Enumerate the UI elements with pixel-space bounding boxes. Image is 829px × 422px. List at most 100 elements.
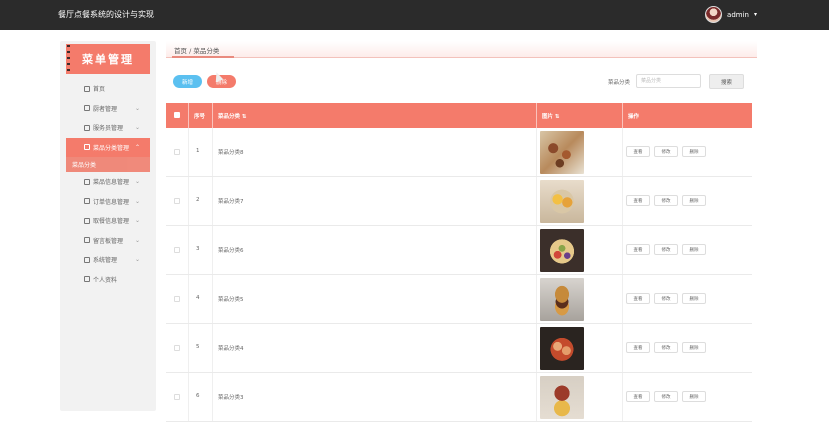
row-index: 1 bbox=[196, 148, 200, 154]
edit-button[interactable]: 修改 bbox=[654, 293, 678, 304]
search-label: 菜品分类 bbox=[608, 80, 631, 86]
table-row: 6 菜品分类3 查看 修改 删除 bbox=[166, 373, 752, 422]
delete-row-button[interactable]: 删除 bbox=[682, 342, 706, 353]
row-actions: 查看 修改 删除 bbox=[626, 391, 706, 402]
sidebar-logo-text: 菜单管理 bbox=[82, 53, 134, 66]
column-divider bbox=[212, 373, 213, 421]
chevron-down-icon: ⌄ bbox=[134, 197, 140, 205]
view-button[interactable]: 查看 bbox=[626, 195, 650, 206]
header-image[interactable]: 图片 ⇅ bbox=[542, 112, 560, 120]
sidebar-item-message-board[interactable]: 留言板管理 ⌄ bbox=[66, 231, 150, 251]
column-divider bbox=[212, 275, 213, 323]
grid-icon bbox=[84, 105, 90, 112]
grid-icon bbox=[84, 144, 90, 151]
view-button[interactable]: 查看 bbox=[626, 244, 650, 255]
chevron-down-icon: ⌄ bbox=[134, 256, 140, 263]
column-divider bbox=[188, 275, 189, 323]
column-divider bbox=[622, 373, 623, 421]
delete-row-button[interactable]: 删除 bbox=[682, 195, 706, 206]
view-button[interactable]: 查看 bbox=[626, 391, 650, 402]
row-actions: 查看 修改 删除 bbox=[626, 244, 706, 255]
sidebar-item-dish-info[interactable]: 菜品信息管理 ⌄ bbox=[66, 172, 150, 192]
sidebar-item-label: 留言板管理 bbox=[93, 237, 124, 245]
column-divider bbox=[188, 226, 189, 274]
avatar[interactable] bbox=[705, 6, 723, 23]
column-divider bbox=[536, 226, 537, 274]
sidebar-item-pickup-info[interactable]: 取餐信息管理 ⌄ bbox=[66, 211, 150, 231]
category-table: 序号 菜品分类 ⇅ 图片 ⇅ 操作 1 菜品分类8 查看 修改 删除 2 菜品分… bbox=[166, 103, 752, 422]
header-actions: 操作 bbox=[628, 114, 640, 120]
search-button[interactable]: 搜索 bbox=[709, 74, 744, 89]
food-image bbox=[540, 180, 584, 223]
username[interactable]: admin bbox=[727, 11, 749, 19]
edit-button[interactable]: 修改 bbox=[654, 391, 678, 402]
row-index: 6 bbox=[196, 393, 200, 399]
sidebar-menu: 首页 厨者管理 ⌄ 服务员管理 ⌄ 菜品分类管理 ⌃ 菜品分类 菜品信息管理 ⌄ 订单信… bbox=[66, 79, 150, 289]
select-all-checkbox[interactable] bbox=[174, 112, 180, 118]
home-icon bbox=[84, 85, 90, 92]
sidebar-item-home[interactable]: 首页 bbox=[66, 79, 150, 99]
delete-row-button[interactable]: 删除 bbox=[682, 146, 706, 157]
edit-button[interactable]: 修改 bbox=[654, 195, 678, 206]
sidebar-item-category-management[interactable]: 菜品分类管理 ⌃ bbox=[66, 137, 150, 157]
chevron-down-icon: ⌄ bbox=[134, 124, 140, 131]
table-row: 3 菜品分类6 查看 修改 删除 bbox=[166, 226, 752, 275]
grid-icon bbox=[84, 178, 90, 185]
column-divider bbox=[536, 103, 537, 128]
row-checkbox[interactable] bbox=[174, 296, 180, 302]
food-image bbox=[540, 278, 584, 321]
search-input[interactable]: 菜品分类 bbox=[636, 74, 701, 88]
column-divider bbox=[188, 128, 189, 176]
table-row: 1 菜品分类8 查看 修改 删除 bbox=[166, 128, 752, 177]
table-header: 序号 菜品分类 ⇅ 图片 ⇅ 操作 bbox=[166, 103, 752, 128]
table-row: 4 菜品分类5 查看 修改 删除 bbox=[166, 275, 752, 324]
row-checkbox[interactable] bbox=[174, 198, 180, 204]
row-actions: 查看 修改 删除 bbox=[626, 293, 706, 304]
sidebar-item-profile[interactable]: 个人资料 bbox=[66, 270, 150, 290]
row-checkbox[interactable] bbox=[174, 345, 180, 351]
table-row: 2 菜品分类7 查看 修改 删除 bbox=[166, 177, 752, 226]
row-category: 菜品分类4 bbox=[218, 346, 244, 352]
header-category[interactable]: 菜品分类 ⇅ bbox=[218, 112, 247, 120]
row-checkbox[interactable] bbox=[174, 247, 180, 253]
view-button[interactable]: 查看 bbox=[626, 146, 650, 157]
edit-button[interactable]: 修改 bbox=[654, 146, 678, 157]
sidebar: 菜单管理 首页 厨者管理 ⌄ 服务员管理 ⌄ 菜品分类管理 ⌃ 菜品分类 菜品信息管理… bbox=[60, 41, 156, 411]
delete-row-button[interactable]: 删除 bbox=[682, 244, 706, 255]
row-checkbox[interactable] bbox=[174, 149, 180, 155]
add-button[interactable]: 新增 bbox=[173, 75, 202, 88]
sidebar-item-label: 菜品信息管理 bbox=[93, 179, 130, 187]
sidebar-item-label: 首页 bbox=[93, 86, 106, 94]
sidebar-item-waiter[interactable]: 服务员管理 ⌄ bbox=[66, 118, 150, 138]
breadcrumb[interactable]: 首页 / 菜品分类 bbox=[174, 45, 219, 55]
row-actions: 查看 修改 删除 bbox=[626, 195, 706, 206]
caret-down-icon[interactable]: ▾ bbox=[754, 11, 757, 18]
user-icon bbox=[84, 276, 90, 283]
column-divider bbox=[536, 324, 537, 372]
chevron-down-icon: ⌄ bbox=[134, 104, 140, 112]
sidebar-subitem-category[interactable]: 菜品分类 bbox=[66, 157, 150, 172]
sidebar-item-order-info[interactable]: 订单信息管理 ⌄ bbox=[66, 192, 150, 212]
chevron-up-icon: ⌃ bbox=[134, 143, 140, 151]
edit-button[interactable]: 修改 bbox=[654, 342, 678, 353]
row-category: 菜品分类7 bbox=[218, 199, 244, 205]
user-menu[interactable]: admin ▾ bbox=[705, 6, 757, 23]
edit-button[interactable]: 修改 bbox=[654, 244, 678, 255]
row-category: 菜品分类3 bbox=[218, 395, 244, 401]
view-button[interactable]: 查看 bbox=[626, 293, 650, 304]
row-category: 菜品分类8 bbox=[218, 150, 244, 156]
app-title: 餐厅点餐系统的设计与实现 bbox=[58, 10, 154, 19]
column-divider bbox=[212, 324, 213, 372]
chevron-down-icon: ⌄ bbox=[134, 236, 140, 244]
sidebar-item-system[interactable]: 系统管理 ⌄ bbox=[66, 250, 150, 270]
row-checkbox[interactable] bbox=[174, 394, 180, 400]
view-button[interactable]: 查看 bbox=[626, 342, 650, 353]
delete-row-button[interactable]: 删除 bbox=[682, 293, 706, 304]
delete-row-button[interactable]: 删除 bbox=[682, 391, 706, 402]
row-category: 菜品分类6 bbox=[218, 248, 244, 254]
column-divider bbox=[212, 177, 213, 225]
grid-icon bbox=[84, 217, 90, 224]
column-divider bbox=[188, 103, 189, 128]
chevron-down-icon: ⌄ bbox=[134, 217, 140, 224]
sidebar-item-chef[interactable]: 厨者管理 ⌄ bbox=[66, 99, 150, 119]
